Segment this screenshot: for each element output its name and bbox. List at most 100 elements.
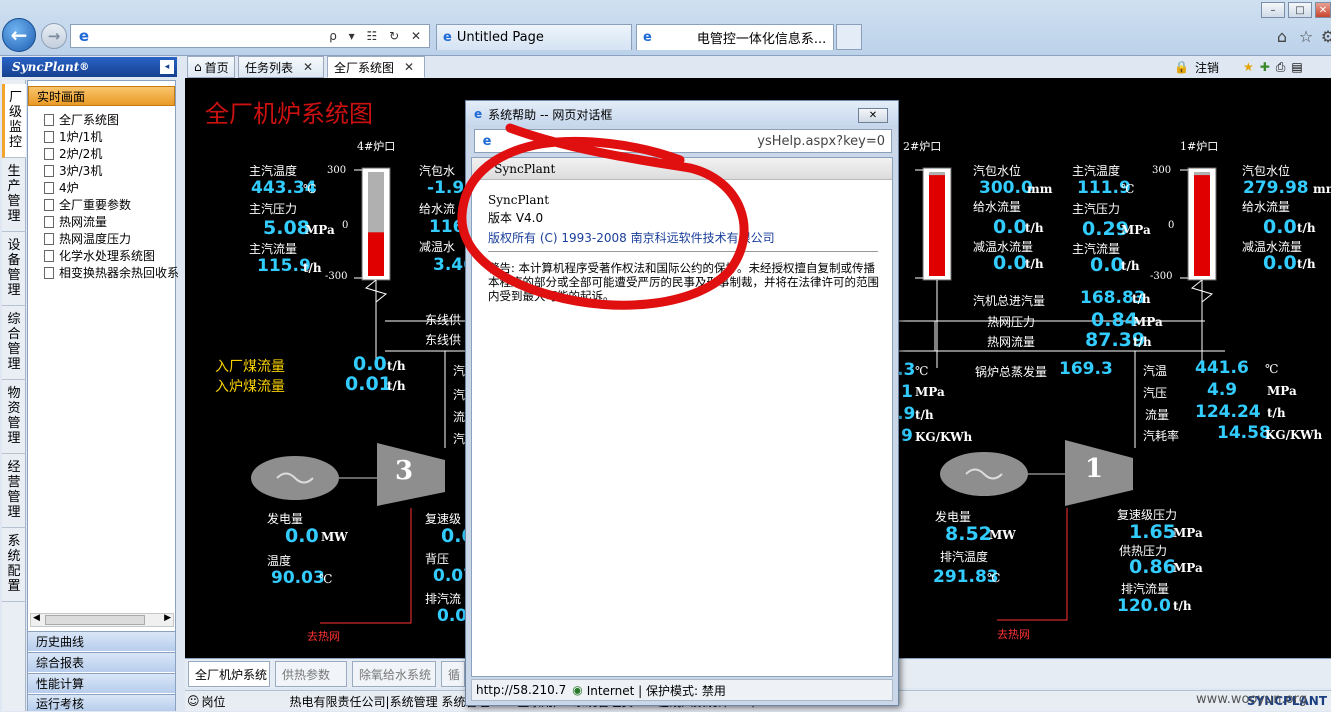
label: 汽温 <box>1143 364 1168 378</box>
tab-task-list[interactable]: 任务列表 ✕ <box>238 56 324 78</box>
label: 主汽流量 <box>249 242 298 256</box>
scroll-right-icon[interactable]: ▶ <box>164 613 171 623</box>
vtab-equipment[interactable]: 设备管理 <box>2 232 26 306</box>
lock-icon: 🔒 <box>1174 60 1189 74</box>
tree-item[interactable]: 2炉/2机 <box>44 145 102 162</box>
label: 汽包水位 <box>973 164 1022 178</box>
btab-heat-supply[interactable]: 供热参数 <box>275 661 347 687</box>
document-icon <box>44 113 54 126</box>
tree-item[interactable]: 3炉/3机 <box>44 162 102 179</box>
vtab-business[interactable]: 经营管理 <box>2 454 26 528</box>
address-tools[interactable]: ρ ▾ ☷ ↻ ✕ <box>329 29 425 43</box>
tree-item[interactable]: 化学水处理系统图 <box>44 247 155 264</box>
scroll-left-icon[interactable]: ◀ <box>33 613 40 623</box>
btab-circulation[interactable]: 循 <box>441 661 465 687</box>
boiler1-feed-flow: 0.0 <box>1263 216 1297 238</box>
print-icon[interactable]: ⎙ <box>1276 60 1286 75</box>
page-icon[interactable]: ▤ <box>1291 60 1302 74</box>
vtab-general[interactable]: 综合管理 <box>2 306 26 380</box>
browser-tab-active[interactable]: e电管控一体化信息系...✕ <box>636 24 834 50</box>
boiler1-desup: 0.0 <box>1263 252 1297 274</box>
unit: t/h <box>1133 335 1152 349</box>
scale: 300 <box>1152 165 1172 176</box>
label: 主汽温度 <box>249 164 298 178</box>
home-icon[interactable]: ⌂ <box>1272 26 1292 46</box>
status-post: 岗位 <box>201 694 226 709</box>
sidebar-header[interactable]: 实时画面 <box>28 86 175 106</box>
logout-link[interactable]: 注销 <box>1195 59 1219 76</box>
unit: mm <box>1313 182 1331 196</box>
unit: t/h <box>1297 257 1316 271</box>
vtab-materials[interactable]: 物资管理 <box>2 380 26 454</box>
horizontal-scrollbar[interactable]: ◀ ▶ <box>30 613 174 627</box>
new-tab-button[interactable] <box>836 24 862 50</box>
gear-icon[interactable]: ⚙ <box>1318 26 1331 46</box>
back-button[interactable]: ← <box>2 18 36 52</box>
tab-home[interactable]: ⌂ 首页 <box>187 56 235 78</box>
ie-icon: e <box>443 30 452 45</box>
boiler4-gauge-level <box>368 232 384 276</box>
scale: -300 <box>325 271 348 282</box>
favorites-star-icon[interactable]: ☆ <box>1296 26 1316 46</box>
label: 给水流量 <box>1242 200 1291 214</box>
close-icon[interactable]: ✕ <box>404 60 414 74</box>
turbine3-number: 3 <box>395 456 413 486</box>
label: 主汽压力 <box>249 202 298 216</box>
unit3-exhaust: 0.0 <box>437 606 468 626</box>
vtab-plant-monitor[interactable]: 厂级监控 <box>2 84 26 158</box>
window-close-button[interactable]: ✕ <box>1315 2 1331 18</box>
tree-item[interactable]: 热网温度压力 <box>44 230 131 247</box>
unit1-exhaust-flow: 120.0 <box>1117 596 1171 616</box>
dialog-close-button[interactable]: ✕ <box>858 108 888 123</box>
unit: ℃ <box>1121 182 1135 196</box>
label: 汽 <box>453 364 466 378</box>
label: 主汽温度 <box>1072 164 1121 178</box>
favorites-icon[interactable]: ★ <box>1243 60 1254 74</box>
turbine1-number: 1 <box>1085 454 1103 484</box>
label: 入炉煤流量 <box>215 379 285 395</box>
diagram-title: 全厂机炉系统图 <box>205 100 373 128</box>
label: 热网压力 <box>987 315 1036 329</box>
scribble-path <box>457 123 749 310</box>
add-favorites-icon[interactable]: ✚ <box>1260 60 1270 74</box>
accordion-history[interactable]: 历史曲线 <box>28 631 175 651</box>
document-icon <box>44 215 54 228</box>
btab-plant-system[interactable]: 全厂机炉系统 <box>188 661 270 687</box>
tree-item[interactable]: 热网流量 <box>44 213 107 230</box>
label: 汽耗率 <box>1143 429 1180 443</box>
accordion-reports[interactable]: 综合报表 <box>28 652 175 672</box>
close-icon[interactable]: ✕ <box>303 60 313 74</box>
forward-button[interactable]: → <box>41 23 67 49</box>
tree-item[interactable]: 相变换热器余热回收系 <box>44 264 179 281</box>
unit: MPa <box>1121 223 1151 237</box>
unit: t/h <box>387 379 406 393</box>
label: 流量 <box>1145 408 1170 422</box>
tree-item[interactable]: 1炉/1机 <box>44 128 102 145</box>
vtab-production[interactable]: 生产管理 <box>2 158 26 232</box>
accordion-assessment[interactable]: 运行考核 <box>28 694 175 711</box>
vtab-system-config[interactable]: 系统配置 <box>2 528 26 602</box>
tree-item[interactable]: 4炉 <box>44 179 79 196</box>
unit: MPa <box>1173 526 1203 540</box>
collapse-icon[interactable]: ◂ <box>160 60 174 74</box>
command-bar: 🔒 注销 ★ ✚ ⎙ ▤ <box>1170 56 1331 78</box>
scale: -300 <box>1150 271 1173 282</box>
maximize-button[interactable]: □ <box>1288 2 1312 18</box>
globe-icon: ◉ <box>572 683 583 697</box>
unit1-power: 8.52 <box>945 523 992 545</box>
label: 汽 <box>453 432 466 446</box>
minimize-button[interactable]: – <box>1261 2 1285 18</box>
label: 温度 <box>267 554 292 568</box>
accordion-performance[interactable]: 性能计算 <box>28 673 175 693</box>
scrollbar-thumb[interactable] <box>45 615 145 625</box>
unit: MPa <box>1267 384 1297 398</box>
red-annotation-scribble <box>457 123 749 310</box>
tree-item[interactable]: 全厂系统图 <box>44 111 119 128</box>
close-icon[interactable]: ✕ <box>826 30 833 45</box>
address-bar[interactable]: e ρ ▾ ☷ ↻ ✕ <box>70 24 430 48</box>
tab-plant-diagram[interactable]: 全厂系统图 ✕ <box>327 56 425 78</box>
tree-item[interactable]: 全厂重要参数 <box>44 196 131 213</box>
btab-deaerator[interactable]: 除氧给水系统 <box>352 661 436 687</box>
label: 排汽温度 <box>940 550 989 564</box>
browser-tab-untitled[interactable]: e Untitled Page <box>436 24 632 50</box>
